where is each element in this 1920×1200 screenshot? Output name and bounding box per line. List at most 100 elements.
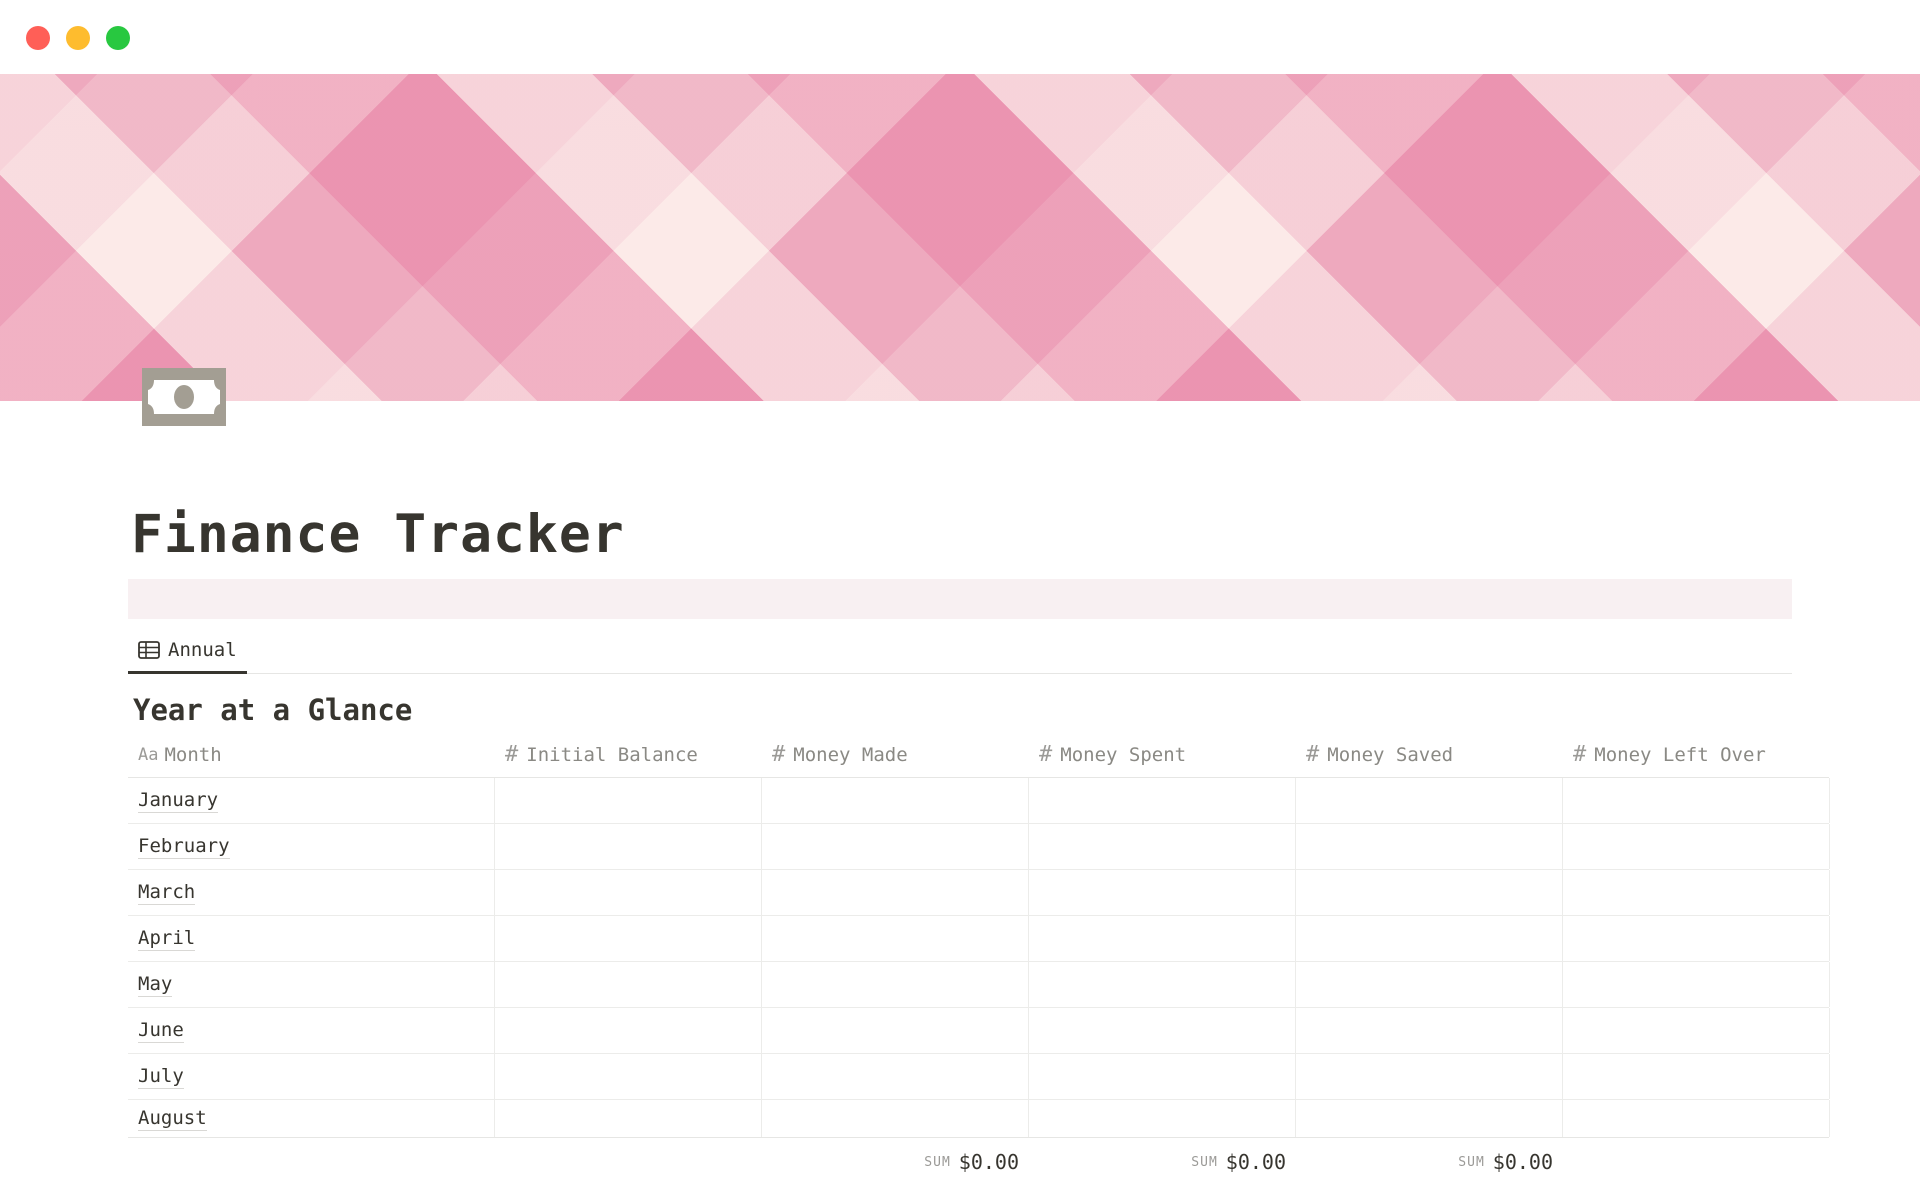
month-cell[interactable]: May	[128, 962, 495, 1007]
money-left-over-cell[interactable]	[1563, 824, 1830, 869]
money-saved-cell[interactable]	[1296, 1054, 1563, 1099]
text-property-icon: Aa	[138, 744, 159, 765]
table-row[interactable]: May	[128, 962, 1830, 1008]
calculation-cell-money-spent[interactable]: SUM $0.00	[1029, 1143, 1296, 1181]
money-left-over-cell[interactable]	[1563, 1100, 1830, 1137]
column-header-initial-balance[interactable]: # Initial Balance	[495, 732, 762, 777]
money-made-cell[interactable]	[762, 916, 1029, 961]
initial-balance-cell[interactable]	[495, 916, 762, 961]
column-label: Initial Balance	[526, 743, 698, 766]
banknote-icon[interactable]	[142, 368, 226, 426]
money-saved-cell[interactable]	[1296, 778, 1563, 823]
number-property-icon: #	[1306, 742, 1320, 767]
money-spent-cell[interactable]	[1029, 916, 1296, 961]
table-icon	[138, 640, 160, 659]
money-left-over-cell[interactable]	[1563, 916, 1830, 961]
zoom-window-button[interactable]	[106, 26, 130, 50]
money-left-over-cell[interactable]	[1563, 1054, 1830, 1099]
page-cover-image[interactable]	[0, 74, 1920, 401]
initial-balance-cell[interactable]	[495, 870, 762, 915]
money-saved-cell[interactable]	[1296, 962, 1563, 1007]
money-spent-cell[interactable]	[1029, 1054, 1296, 1099]
month-name[interactable]: May	[138, 972, 173, 997]
table-row[interactable]: August	[128, 1100, 1830, 1138]
number-property-icon: #	[505, 742, 519, 767]
money-spent-cell[interactable]	[1029, 1008, 1296, 1053]
column-label: Money Spent	[1060, 743, 1187, 766]
window-titlebar	[0, 0, 1920, 74]
initial-balance-cell[interactable]	[495, 1054, 762, 1099]
money-made-cell[interactable]	[762, 824, 1029, 869]
money-spent-cell[interactable]	[1029, 778, 1296, 823]
month-name[interactable]: August	[138, 1106, 207, 1131]
calculation-cell-initial-balance[interactable]	[495, 1143, 762, 1181]
initial-balance-cell[interactable]	[495, 962, 762, 1007]
table-row[interactable]: March	[128, 870, 1830, 916]
initial-balance-cell[interactable]	[495, 824, 762, 869]
column-header-money-left-over[interactable]: # Money Left Over	[1563, 732, 1830, 777]
money-spent-cell[interactable]	[1029, 824, 1296, 869]
tab-annual[interactable]: Annual	[128, 628, 247, 674]
column-label: Month	[164, 743, 222, 766]
money-left-over-cell[interactable]	[1563, 962, 1830, 1007]
money-left-over-cell[interactable]	[1563, 778, 1830, 823]
initial-balance-cell[interactable]	[495, 1008, 762, 1053]
money-made-cell[interactable]	[762, 1054, 1029, 1099]
month-name[interactable]: April	[138, 926, 196, 951]
sum-label: SUM	[1458, 1154, 1485, 1170]
calculation-cell-money-made[interactable]: SUM $0.00	[762, 1143, 1029, 1181]
month-cell[interactable]: June	[128, 1008, 495, 1053]
month-name[interactable]: June	[138, 1018, 184, 1043]
column-header-money-saved[interactable]: # Money Saved	[1296, 732, 1563, 777]
table-row[interactable]: July	[128, 1054, 1830, 1100]
month-cell[interactable]: January	[128, 778, 495, 823]
money-spent-cell[interactable]	[1029, 1100, 1296, 1137]
money-saved-cell[interactable]	[1296, 824, 1563, 869]
month-cell[interactable]: February	[128, 824, 495, 869]
money-saved-cell[interactable]	[1296, 1100, 1563, 1137]
database-title[interactable]: Year at a Glance	[133, 688, 412, 732]
close-window-button[interactable]	[26, 26, 50, 50]
month-cell[interactable]: August	[128, 1100, 495, 1137]
money-made-cell[interactable]	[762, 1100, 1029, 1137]
money-spent-cell[interactable]	[1029, 962, 1296, 1007]
sum-value: $0.00	[1225, 1150, 1286, 1174]
page-title[interactable]: Finance Tracker	[131, 500, 625, 570]
tab-annual-label: Annual	[168, 638, 237, 661]
calculation-cell-month[interactable]	[128, 1143, 495, 1181]
money-made-cell[interactable]	[762, 962, 1029, 1007]
table-row[interactable]: February	[128, 824, 1830, 870]
calculation-row: SUM $0.00 SUM $0.00 SUM $0.00	[128, 1143, 1829, 1181]
money-made-cell[interactable]	[762, 870, 1029, 915]
month-cell[interactable]: July	[128, 1054, 495, 1099]
money-saved-cell[interactable]	[1296, 916, 1563, 961]
initial-balance-cell[interactable]	[495, 778, 762, 823]
money-made-cell[interactable]	[762, 778, 1029, 823]
column-label: Money Saved	[1327, 743, 1454, 766]
money-made-cell[interactable]	[762, 1008, 1029, 1053]
month-cell[interactable]: April	[128, 916, 495, 961]
month-cell[interactable]: March	[128, 870, 495, 915]
money-left-over-cell[interactable]	[1563, 870, 1830, 915]
money-saved-cell[interactable]	[1296, 870, 1563, 915]
column-header-month[interactable]: Aa Month	[128, 732, 495, 777]
calculation-cell-money-saved[interactable]: SUM $0.00	[1296, 1143, 1563, 1181]
minimize-window-button[interactable]	[66, 26, 90, 50]
column-header-money-spent[interactable]: # Money Spent	[1029, 732, 1296, 777]
month-name[interactable]: March	[138, 880, 196, 905]
sum-value: $0.00	[1492, 1150, 1553, 1174]
initial-balance-cell[interactable]	[495, 1100, 762, 1137]
month-name[interactable]: January	[138, 788, 219, 813]
month-name[interactable]: February	[138, 834, 230, 859]
money-saved-cell[interactable]	[1296, 1008, 1563, 1053]
callout-block[interactable]	[128, 579, 1792, 619]
money-left-over-cell[interactable]	[1563, 1008, 1830, 1053]
table-row[interactable]: June	[128, 1008, 1830, 1054]
calculation-cell-money-left-over[interactable]	[1563, 1143, 1830, 1181]
month-name[interactable]: July	[138, 1064, 184, 1089]
money-spent-cell[interactable]	[1029, 870, 1296, 915]
column-header-money-made[interactable]: # Money Made	[762, 732, 1029, 777]
table-header: Aa Month # Initial Balance # Money Made …	[128, 732, 1829, 778]
table-row[interactable]: January	[128, 778, 1830, 824]
table-row[interactable]: April	[128, 916, 1830, 962]
